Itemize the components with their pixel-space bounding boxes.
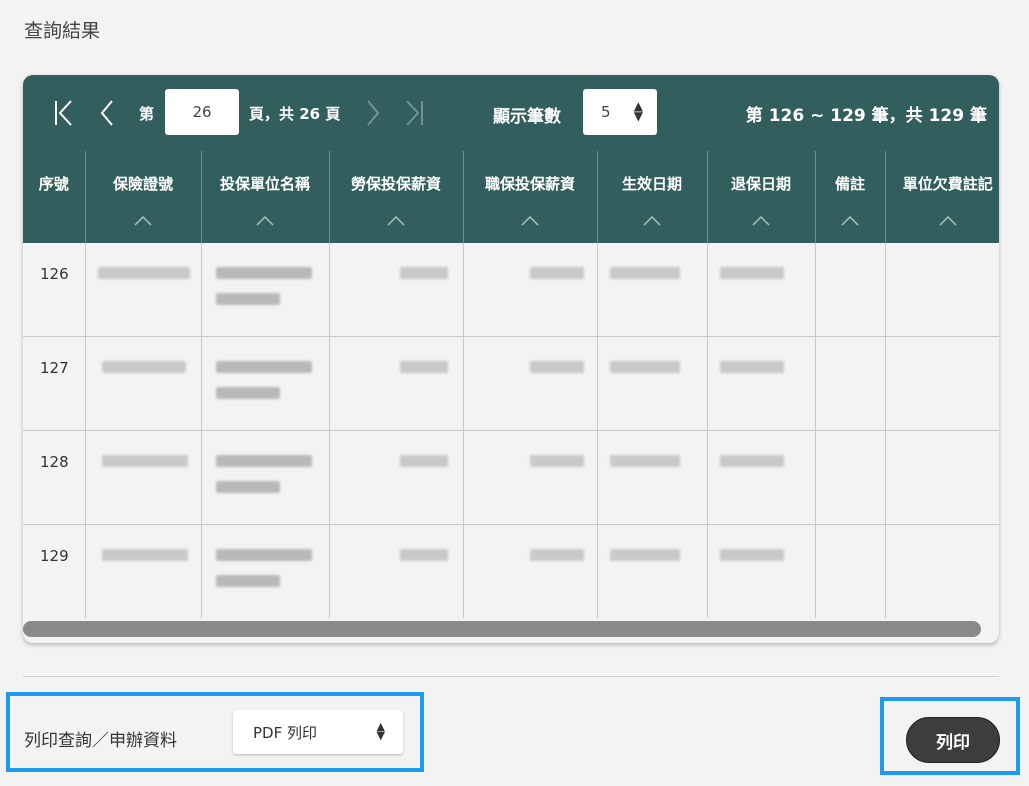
- page-prefix: 第: [139, 105, 155, 123]
- next-page-icon[interactable]: [365, 99, 381, 131]
- redacted-text: [399, 361, 448, 373]
- prev-page-icon[interactable]: [99, 99, 115, 131]
- column-header-arrears-flag[interactable]: 單位欠費註記: [884, 151, 1000, 243]
- sort-up-icon[interactable]: [816, 212, 885, 230]
- select-arrows-icon: ▲ ▼: [633, 99, 643, 123]
- page-size-select[interactable]: 5 ▲ ▼: [583, 89, 657, 135]
- column-header-occupational-salary[interactable]: 職保投保薪資: [462, 151, 597, 243]
- sort-up-icon[interactable]: [86, 212, 201, 230]
- redacted-text: [529, 549, 584, 561]
- redacted-text: [215, 361, 312, 373]
- redacted-text: [215, 387, 280, 399]
- results-table: 序號 保險證號 投保單位名稱 勞保投保薪資 職保投保薪資 生效日期 退保日期 備…: [23, 151, 999, 618]
- column-header-remarks[interactable]: 備註: [814, 151, 885, 243]
- row-index: 126: [40, 265, 69, 283]
- redacted-text: [719, 361, 784, 373]
- redacted-text: [101, 455, 188, 467]
- column-header-unit-name[interactable]: 投保單位名稱: [200, 151, 329, 243]
- row-index: 128: [40, 453, 69, 471]
- row-index: 127: [40, 359, 69, 377]
- column-header-index[interactable]: 序號: [23, 151, 85, 243]
- results-table-card: 第 頁，共 26 頁 顯示筆數 5 ▲▼ 第 126 ~ 129 筆，共 129…: [23, 75, 999, 643]
- redacted-text: [609, 455, 680, 467]
- sort-up-icon[interactable]: [708, 212, 815, 230]
- redacted-text: [399, 267, 448, 279]
- table-header-row: 序號 保險證號 投保單位名稱 勞保投保薪資 職保投保薪資 生效日期 退保日期 備…: [23, 151, 999, 243]
- section-title: 查詢結果: [24, 20, 101, 42]
- redacted-text: [101, 549, 188, 561]
- redacted-text: [609, 549, 680, 561]
- last-page-icon[interactable]: [403, 99, 425, 131]
- sort-up-icon[interactable]: [202, 212, 329, 230]
- redacted-text: [719, 549, 784, 561]
- print-format-select[interactable]: PDF 列印 ▲ ▼: [233, 710, 403, 754]
- table-row: 126: [23, 243, 999, 337]
- table-row: 129: [23, 524, 999, 618]
- redacted-text: [529, 455, 584, 467]
- redacted-text: [215, 481, 280, 493]
- row-index: 129: [40, 547, 69, 565]
- sort-up-icon[interactable]: [464, 212, 597, 230]
- page-size-value: 5: [601, 103, 611, 121]
- column-header-effective-date[interactable]: 生效日期: [596, 151, 707, 243]
- redacted-text: [215, 549, 312, 561]
- redacted-text: [215, 455, 312, 467]
- redacted-text: [529, 267, 584, 279]
- redacted-text: [719, 455, 784, 467]
- redacted-text: [609, 361, 680, 373]
- redacted-text: [399, 455, 448, 467]
- sort-up-icon[interactable]: [598, 212, 707, 230]
- print-format-value: PDF 列印: [253, 724, 317, 742]
- column-header-withdrawal-date[interactable]: 退保日期: [706, 151, 815, 243]
- sort-up-icon[interactable]: [886, 212, 1000, 230]
- redacted-text: [101, 361, 186, 373]
- redacted-text: [609, 267, 680, 279]
- redacted-text: [97, 267, 190, 279]
- horizontal-scrollbar[interactable]: [23, 621, 981, 637]
- print-options-group: 列印查詢／申辦資料 PDF 列印 ▲ ▼: [6, 692, 424, 772]
- redacted-text: [215, 575, 280, 587]
- column-header-labor-salary[interactable]: 勞保投保薪資: [328, 151, 463, 243]
- table-row: 128: [23, 430, 999, 525]
- record-range-text: 第 126 ~ 129 筆，共 129 筆: [745, 106, 987, 126]
- page-suffix: 頁，共 26 頁: [249, 105, 341, 123]
- sort-up-icon[interactable]: [330, 212, 463, 230]
- page-number-input[interactable]: [165, 89, 239, 135]
- print-button-highlight: 列印: [880, 697, 1020, 775]
- redacted-text: [215, 267, 312, 279]
- print-options-label: 列印查詢／申辦資料: [24, 731, 177, 751]
- table-row: 127: [23, 336, 999, 431]
- first-page-icon[interactable]: [53, 99, 75, 131]
- pagination-toolbar: 第 頁，共 26 頁 顯示筆數 5 ▲▼ 第 126 ~ 129 筆，共 129…: [23, 75, 999, 151]
- redacted-text: [215, 293, 280, 305]
- redacted-text: [529, 361, 584, 373]
- column-header-insurance-no[interactable]: 保險證號: [84, 151, 201, 243]
- print-button[interactable]: 列印: [906, 717, 1000, 763]
- divider: [23, 676, 999, 677]
- redacted-text: [719, 267, 784, 279]
- page-size-label: 顯示筆數: [493, 107, 561, 127]
- select-arrows-icon: ▲ ▼: [376, 720, 385, 742]
- redacted-text: [399, 549, 448, 561]
